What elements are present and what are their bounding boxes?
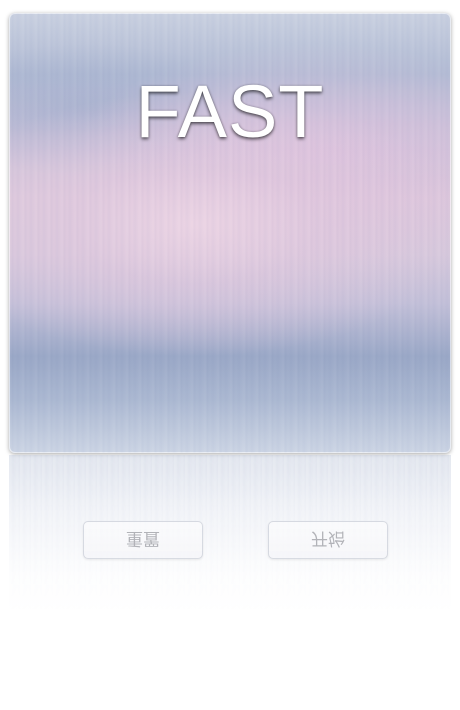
speed-title: FAST bbox=[135, 70, 325, 153]
start-button-label: 开始 bbox=[311, 527, 345, 548]
start-button[interactable]: 开始 bbox=[268, 521, 388, 559]
reset-button[interactable]: 重置 bbox=[83, 521, 203, 559]
app-screen: FAST 重置 开始 bbox=[0, 0, 460, 710]
display-card: FAST bbox=[9, 13, 451, 453]
reset-button-label: 重置 bbox=[126, 527, 160, 548]
